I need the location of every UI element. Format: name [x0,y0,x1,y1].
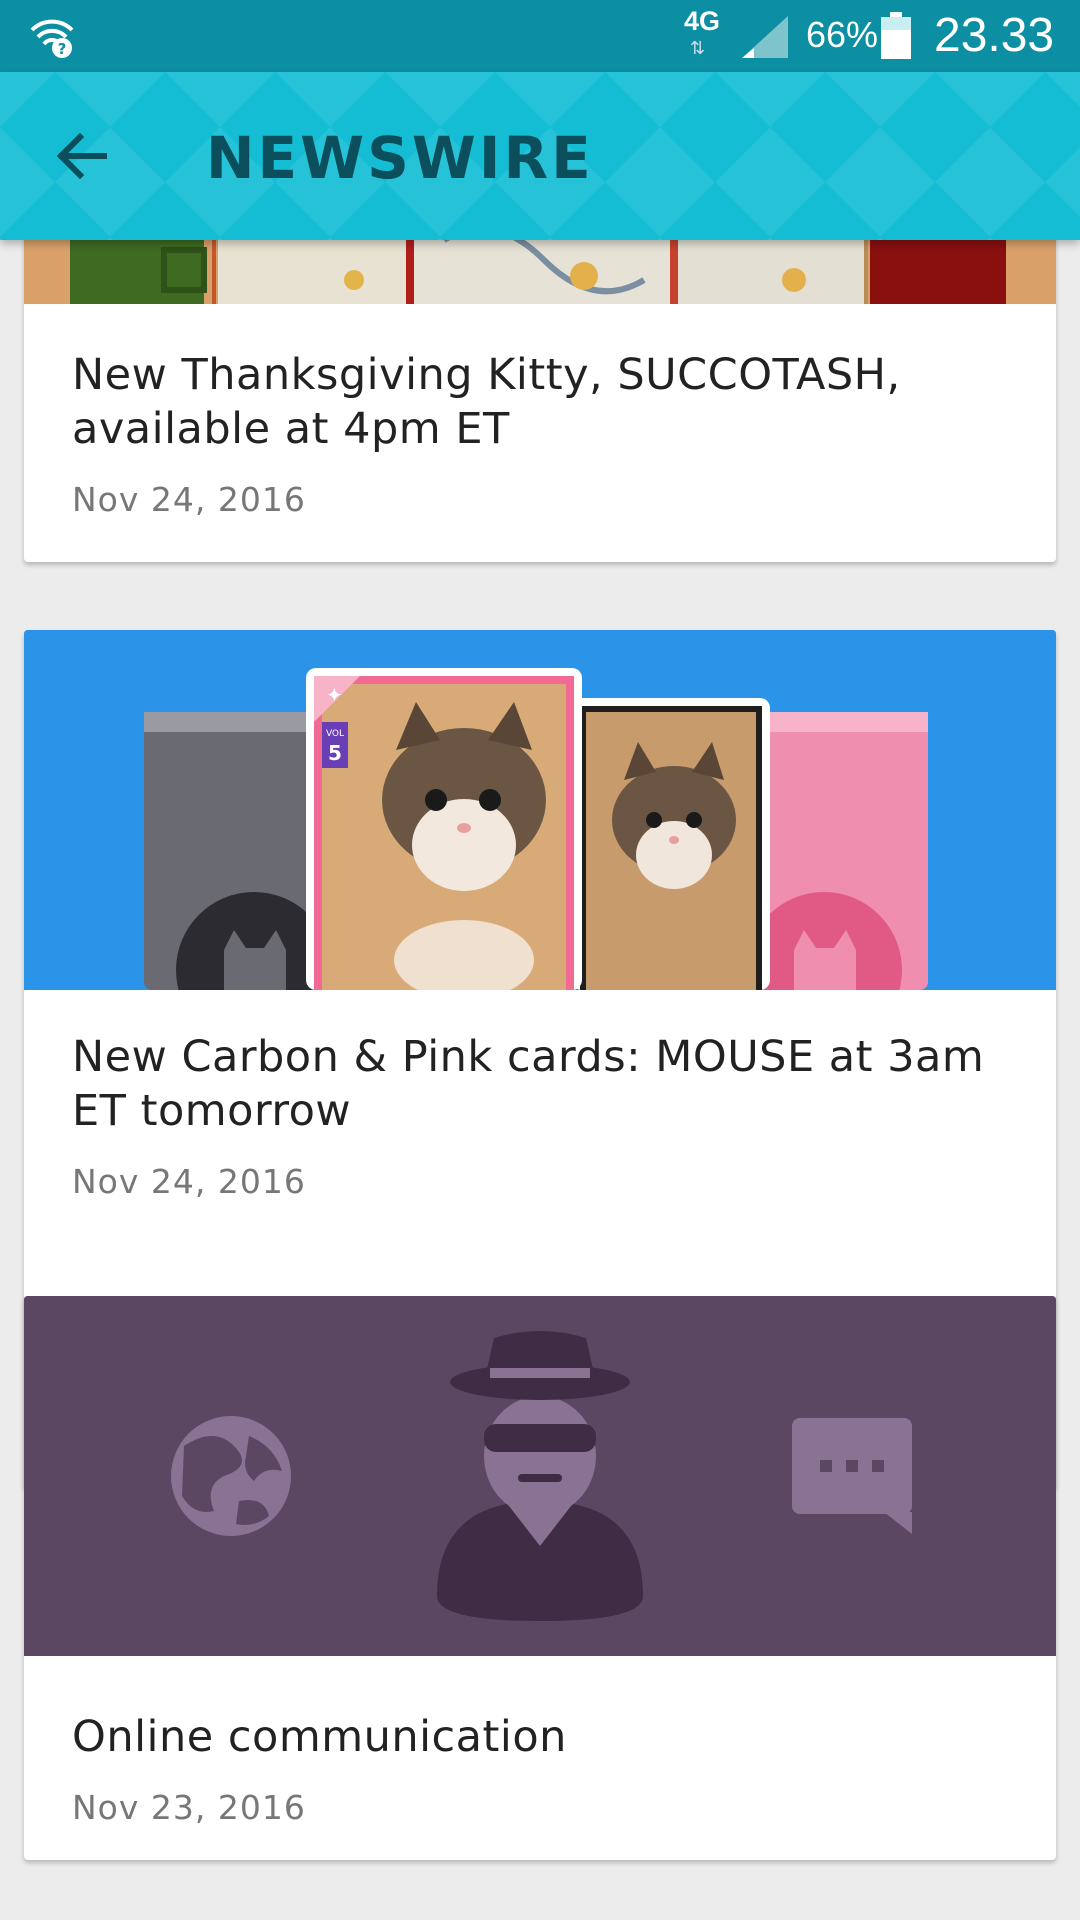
news-card[interactable]: Online communication Nov 23, 2016 [24,1296,1056,1860]
page-title: NEWSWIRE [206,124,594,192]
card-image [24,1296,1056,1656]
wifi-icon: ? [30,19,74,58]
data-activity-icon: ⇅ [690,38,706,59]
card-body: New Thanksgiving Kitty, SUCCOTASH, avail… [24,348,1056,519]
status-bar: ? 4G ⇅ 66% 23.33 [0,0,1080,72]
card-date: Nov 23, 2016 [72,1788,306,1827]
volume-badge-number: 5 [328,741,342,765]
battery-icon [881,12,911,59]
card-image [24,240,1056,304]
card-body: New Carbon & Pink cards: MOUSE at 3am ET… [24,1030,1056,1201]
back-arrow-icon[interactable] [52,126,112,186]
network-type: 4G [684,6,721,36]
battery-percent: 66% [806,14,879,55]
card-image: ✦ VOL 5 [24,630,1056,990]
card-date: Nov 24, 2016 [72,480,306,519]
signal-icon [742,16,788,58]
card-date: Nov 24, 2016 [72,1162,306,1201]
card-headline: New Carbon & Pink cards: MOUSE at 3am ET… [72,1032,985,1136]
news-card[interactable]: New Thanksgiving Kitty, SUCCOTASH, avail… [24,240,1056,562]
app-bar: NEWSWIRE [0,72,1080,240]
card-headline: New Thanksgiving Kitty, SUCCOTASH, avail… [72,350,901,454]
globe-icon [171,1416,291,1536]
card-headline: Online communication [72,1712,567,1762]
volume-badge-label: VOL [326,729,344,739]
svg-text:✦: ✦ [326,683,343,707]
card-body: Online communication Nov 23, 2016 [24,1710,1056,1827]
svg-text:?: ? [58,40,67,58]
clock: 23.33 [934,9,1055,62]
screen: ? 4G ⇅ 66% 23.33 NEWSWIRE New Thanksgivi… [0,0,1080,1920]
news-feed: New Thanksgiving Kitty, SUCCOTASH, avail… [0,240,1080,1920]
